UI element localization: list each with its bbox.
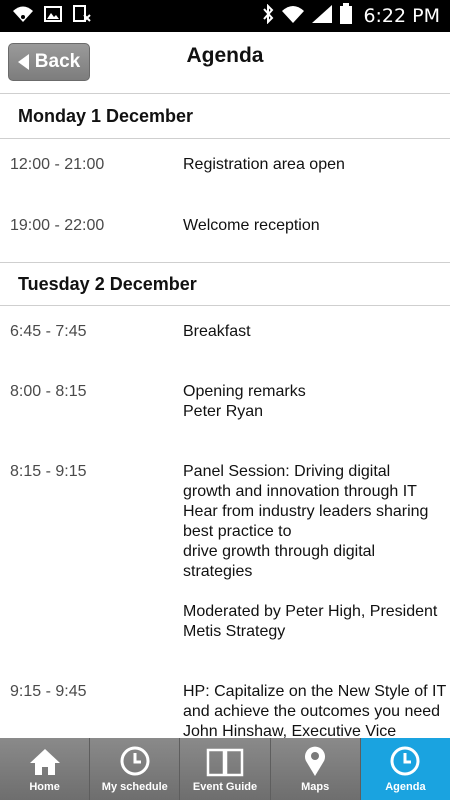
book-icon bbox=[206, 747, 244, 777]
header: Back Agenda bbox=[0, 32, 450, 94]
agenda-item-time: 19:00 - 22:00 bbox=[10, 217, 105, 234]
tab-label: Event Guide bbox=[192, 781, 258, 793]
tab-label: Agenda bbox=[385, 781, 426, 793]
page-title: Agenda bbox=[186, 44, 264, 67]
tab-label: My schedule bbox=[101, 781, 168, 793]
tab-event-guide[interactable]: Event Guide bbox=[180, 738, 271, 800]
agenda-item-title: Panel Session: Driving digital growth an… bbox=[183, 463, 438, 640]
day-header: Monday 1 December bbox=[0, 95, 450, 139]
agenda-item[interactable]: 12:00 - 21:00 Registration area open bbox=[0, 139, 450, 200]
agenda-item-title: HP: Capitalize on the New Style of IT an… bbox=[183, 683, 447, 738]
cell-signal-icon bbox=[311, 4, 333, 29]
tab-label: Maps bbox=[301, 781, 330, 793]
agenda-item-title: Welcome reception bbox=[183, 217, 320, 234]
agenda-item[interactable]: 9:15 - 9:45 HP: Capitalize on the New St… bbox=[0, 666, 450, 738]
map-pin-icon bbox=[303, 745, 327, 777]
tab-my-schedule[interactable]: My schedule bbox=[90, 738, 181, 800]
tab-agenda[interactable]: Agenda bbox=[360, 738, 450, 800]
agenda-item-time: 9:15 - 9:45 bbox=[10, 683, 87, 700]
agenda-item[interactable]: 8:15 - 9:15 Panel Session: Driving digit… bbox=[0, 446, 450, 666]
agenda-item-title: Breakfast bbox=[183, 323, 251, 340]
no-sim-notification-icon bbox=[72, 4, 92, 28]
wifi-signal-icon bbox=[281, 4, 305, 29]
tab-home[interactable]: Home bbox=[0, 738, 91, 800]
agenda-item-time: 8:00 - 8:15 bbox=[10, 383, 87, 400]
bluetooth-icon bbox=[261, 3, 275, 29]
clock-icon bbox=[389, 745, 421, 777]
agenda-item[interactable]: 6:45 - 7:45 Breakfast bbox=[0, 306, 450, 366]
battery-icon bbox=[339, 2, 353, 30]
agenda-item-title: Registration area open bbox=[183, 156, 345, 173]
image-notification-icon bbox=[44, 5, 62, 27]
tab-maps[interactable]: Maps bbox=[271, 738, 361, 800]
agenda-item-time: 6:45 - 7:45 bbox=[10, 323, 87, 340]
home-icon bbox=[28, 747, 62, 777]
clock-icon bbox=[119, 745, 151, 777]
agenda-list[interactable]: Monday 1 December 12:00 - 21:00 Registra… bbox=[0, 95, 450, 738]
agenda-item-time: 12:00 - 21:00 bbox=[10, 156, 105, 173]
agenda-item[interactable]: 19:00 - 22:00 Welcome reception bbox=[0, 200, 450, 262]
status-bar: 6:22 PM bbox=[0, 0, 450, 32]
day-header: Tuesday 2 December bbox=[0, 262, 450, 306]
agenda-item-title: Opening remarks Peter Ryan bbox=[183, 383, 306, 420]
wifi-notification-icon bbox=[12, 5, 34, 28]
agenda-item-time: 8:15 - 9:15 bbox=[10, 463, 87, 480]
status-time: 6:22 PM bbox=[363, 5, 440, 27]
tab-label: Home bbox=[29, 781, 60, 793]
agenda-item[interactable]: 8:00 - 8:15 Opening remarks Peter Ryan bbox=[0, 366, 450, 446]
bottom-tab-bar: Home My schedule Event Guide Maps Agenda bbox=[0, 738, 450, 800]
